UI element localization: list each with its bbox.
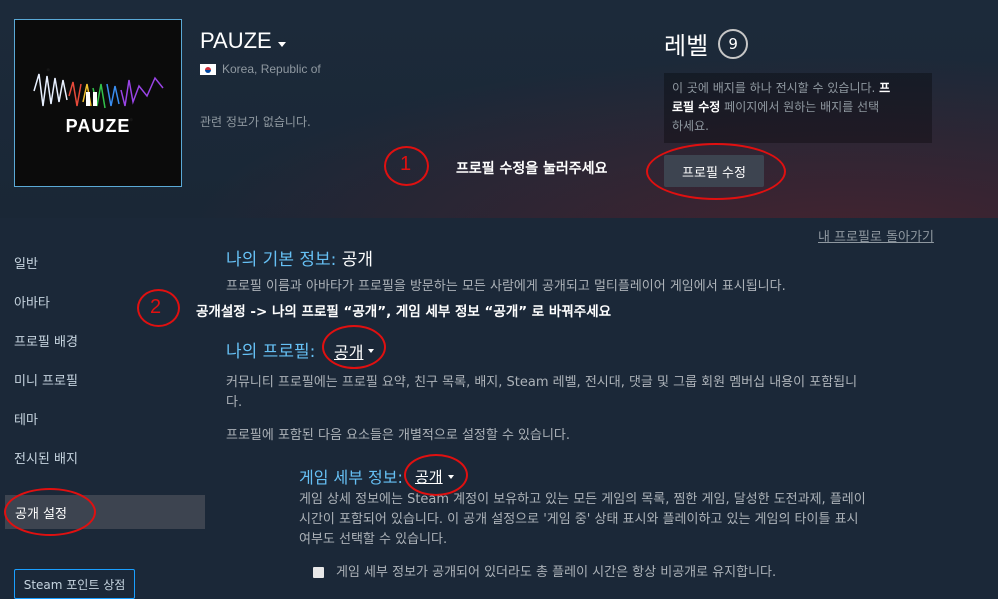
hide-playtime-label[interactable]: 게임 세부 정보가 공개되어 있더라도 총 플레이 시간은 항상 비공개로 유지…: [336, 563, 776, 583]
korea-flag-icon: [200, 63, 216, 75]
points-shop-button[interactable]: Steam 포인트 상점: [14, 569, 135, 599]
annotation-text-2: 공개설정 -> 나의 프로필 “공개”, 게임 세부 정보 “공개” 로 바꿔주…: [196, 304, 612, 320]
my-profile-title: 나의 프로필:: [226, 342, 316, 362]
avatar[interactable]: PAUZE: [14, 19, 182, 187]
country-name: Korea, Republic of: [222, 62, 321, 76]
game-details-description: 게임 상세 정보에는 Steam 계정이 보유하고 있는 모든 게임의 목록, …: [299, 492, 866, 547]
basic-info-value: 공개: [341, 250, 374, 270]
sidebar-item-mini-profile[interactable]: 미니 프로필: [14, 370, 78, 389]
badge-text-bold[interactable]: 프: [879, 81, 890, 95]
waveform-icon: [33, 73, 164, 109]
level-row: 레벨 9: [664, 26, 749, 61]
badge-placeholder: 이 곳에 배지를 하나 전시할 수 있습니다. 프 로필 수정 페이지에서 원하…: [664, 73, 932, 143]
sidebar-item-avatar[interactable]: 아바타: [14, 292, 50, 311]
annotation-number-1: 1: [400, 153, 412, 175]
sidebar-item-general[interactable]: 일반: [14, 253, 38, 272]
basic-info-description: 프로필 이름과 아바타가 프로필을 방문하는 모든 사람에게 공개되고 멀티플레…: [226, 279, 786, 294]
edit-profile-link[interactable]: 로필 수정: [672, 100, 720, 114]
sidebar-item-background[interactable]: 프로필 배경: [14, 331, 78, 350]
annotation-text-1: 프로필 수정을 눌러주세요: [456, 161, 608, 177]
level-label: 레벨: [664, 32, 709, 60]
persona-name[interactable]: PAUZE: [200, 28, 272, 54]
level-badge: 9: [718, 28, 749, 59]
sidebar-item-theme[interactable]: 테마: [14, 409, 38, 428]
game-details-title: 게임 세부 정보:: [299, 468, 403, 487]
badge-text: 하세요.: [672, 119, 709, 133]
individual-settings-note: 프로필에 포함된 다음 요소들은 개별적으로 설정할 수 있습니다.: [226, 428, 571, 443]
annotation-ellipse-edit: [646, 143, 786, 200]
country-row: Korea, Republic of: [200, 62, 321, 76]
annotation-ellipse-profile: [322, 325, 386, 369]
badge-text: 페이지에서 원하는 배지를 선택: [720, 100, 880, 114]
persona-name-row[interactable]: PAUZE: [200, 28, 286, 54]
back-to-profile-link[interactable]: 내 프로필로 돌아가기: [818, 226, 934, 245]
badge-text: 이 곳에 배지를 하나 전시할 수 있습니다.: [672, 81, 880, 95]
avatar-label: PAUZE: [65, 116, 131, 136]
my-profile-description: 커뮤니티 프로필에는 프로필 요약, 친구 목록, 배지, Steam 레벨, …: [226, 375, 858, 410]
hide-playtime-checkbox[interactable]: [313, 567, 324, 578]
annotation-ellipse-privacy: [4, 488, 96, 536]
basic-info-title: 나의 기본 정보: 공개: [226, 245, 373, 270]
sidebar-item-badges[interactable]: 전시된 배지: [14, 448, 78, 467]
basic-info-label: 나의 기본 정보:: [226, 250, 337, 270]
annotation-number-2: 2: [150, 296, 162, 318]
chevron-down-icon[interactable]: [277, 41, 286, 47]
profile-summary: 관련 정보가 없습니다.: [200, 115, 311, 129]
